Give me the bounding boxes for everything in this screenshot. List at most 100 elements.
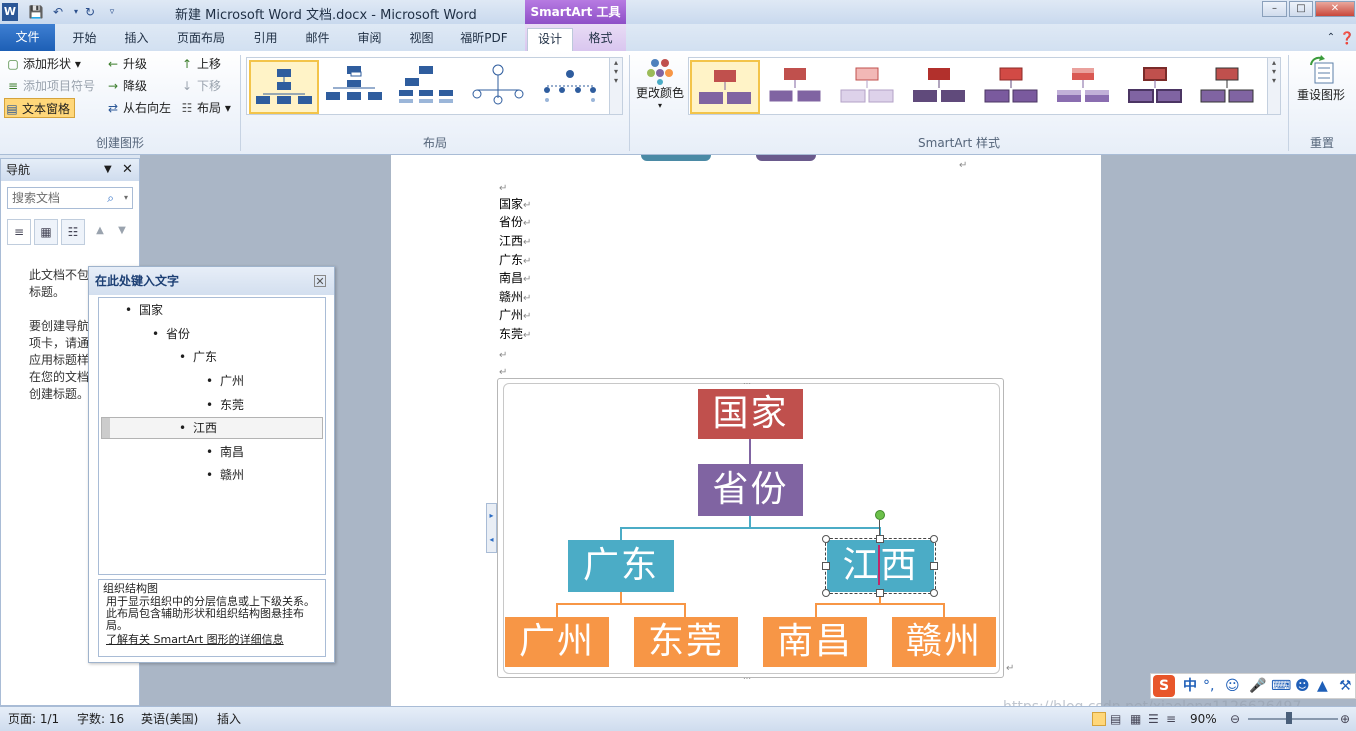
style-white-outline[interactable] bbox=[762, 60, 832, 114]
document-line[interactable]: 东莞↵ bbox=[499, 325, 531, 345]
document-line[interactable]: 江西↵ bbox=[499, 232, 531, 252]
web-layout-view-icon[interactable]: ▦ bbox=[1130, 708, 1141, 730]
change-colors-button[interactable]: 更改颜色 ▾ bbox=[634, 55, 686, 125]
nav-next-icon[interactable]: ▼ bbox=[110, 219, 134, 245]
tab-page-layout[interactable]: 页面布局 bbox=[170, 28, 232, 51]
node-city[interactable]: 东莞 bbox=[634, 617, 738, 667]
nav-close-icon[interactable]: ✕ bbox=[122, 159, 133, 181]
tab-mailings[interactable]: 邮件 bbox=[295, 28, 340, 51]
resize-handle[interactable] bbox=[930, 589, 938, 597]
nav-search-input[interactable]: 搜索文档 ⌕ ▾ bbox=[7, 187, 133, 209]
tab-format[interactable]: 格式 bbox=[578, 28, 623, 51]
voice-icon[interactable]: 🎤 bbox=[1249, 674, 1266, 698]
document-line[interactable]: 南昌↵ bbox=[499, 269, 531, 289]
tab-review[interactable]: 审阅 bbox=[347, 28, 392, 51]
help-icon[interactable]: ❓ bbox=[1338, 28, 1356, 51]
add-bullet-button[interactable]: ≡ 添加项目符号 bbox=[6, 76, 95, 96]
layout-dropdown-button[interactable]: ☷ 布局 ▾ bbox=[180, 98, 231, 118]
zoom-slider-thumb[interactable] bbox=[1286, 712, 1292, 724]
ime-mode-label[interactable]: 中 bbox=[1183, 674, 1197, 698]
node-city[interactable]: 广州 bbox=[505, 617, 609, 667]
nav-previous-icon[interactable]: ▲ bbox=[88, 219, 112, 245]
rotate-handle-icon[interactable] bbox=[875, 510, 885, 520]
reset-graphic-button[interactable]: 重设图形 bbox=[1292, 55, 1350, 115]
punctuation-icon[interactable]: °, bbox=[1203, 674, 1214, 698]
frame-resize-handle-top[interactable]: ․․․ bbox=[743, 377, 751, 386]
layout-labeled-hierarchy[interactable] bbox=[537, 60, 607, 114]
settings-wrench-icon[interactable]: ⚒ bbox=[1339, 674, 1352, 698]
demote-button[interactable]: → 降级 bbox=[106, 76, 147, 96]
keyboard-icon[interactable]: ⌨ bbox=[1271, 674, 1291, 698]
minimize-button[interactable]: – bbox=[1262, 1, 1287, 17]
style-intense[interactable] bbox=[978, 60, 1048, 114]
text-pane-close-icon[interactable]: ✕ bbox=[314, 275, 326, 287]
layout-org-chart[interactable] bbox=[249, 60, 319, 114]
move-down-button[interactable]: ↓ 下移 bbox=[180, 76, 221, 96]
resize-handle[interactable] bbox=[930, 562, 938, 570]
document-line[interactable]: 国家↵ bbox=[499, 195, 531, 215]
text-pane-item[interactable]: • 南昌 bbox=[206, 443, 244, 461]
promote-button[interactable]: ← 升级 bbox=[106, 54, 147, 74]
node-province[interactable]: 广东 bbox=[568, 540, 674, 592]
draft-view-icon[interactable]: ≡ bbox=[1166, 708, 1176, 730]
node-level2[interactable]: 省份 bbox=[698, 464, 803, 516]
tab-design[interactable]: 设计 bbox=[527, 28, 573, 51]
status-word-count[interactable]: 字数: 16 bbox=[77, 708, 124, 730]
text-pane-item-selected[interactable]: • 江西 bbox=[179, 419, 217, 437]
node-root[interactable]: 国家 bbox=[698, 389, 803, 439]
text-pane-item[interactable]: • 广州 bbox=[206, 372, 244, 390]
resize-handle[interactable] bbox=[822, 589, 830, 597]
print-layout-view-icon[interactable] bbox=[1092, 712, 1106, 726]
learn-more-link[interactable]: 了解有关 SmartArt 图形的详细信息 bbox=[103, 634, 321, 646]
style-3d-inset[interactable] bbox=[1122, 60, 1192, 114]
move-up-button[interactable]: ↑ 上移 bbox=[180, 54, 221, 74]
close-button[interactable]: ✕ bbox=[1315, 1, 1355, 17]
style-subtle[interactable] bbox=[834, 60, 904, 114]
add-shape-button[interactable]: ▢ 添加形状 ▾ bbox=[6, 54, 81, 74]
emoji-icon[interactable]: ☺ bbox=[1225, 674, 1240, 698]
sogou-logo-icon[interactable]: S bbox=[1153, 675, 1175, 697]
node-province-selected[interactable]: 江西 bbox=[825, 538, 936, 594]
resize-handle[interactable] bbox=[930, 535, 938, 543]
layout-name-title-org-chart[interactable] bbox=[321, 60, 391, 114]
text-pane-item[interactable]: • 广东 bbox=[179, 348, 217, 366]
style-moderate[interactable] bbox=[906, 60, 976, 114]
save-icon[interactable]: 💾 bbox=[28, 3, 44, 21]
resize-handle[interactable] bbox=[876, 535, 884, 543]
text-pane-item[interactable]: • 赣州 bbox=[206, 466, 244, 484]
layout-gallery-scroll[interactable]: ▴ ▾ ▾ bbox=[609, 58, 622, 114]
node-city[interactable]: 赣州 bbox=[892, 617, 996, 667]
layout-circle-picture-hierarchy[interactable] bbox=[465, 60, 535, 114]
maximize-button[interactable]: □ bbox=[1289, 1, 1313, 17]
node-city[interactable]: 南昌 bbox=[763, 617, 867, 667]
zoom-out-icon[interactable]: ⊖ bbox=[1230, 708, 1240, 730]
redo-icon[interactable]: ↻ bbox=[82, 3, 98, 21]
frame-resize-handle-bottom[interactable]: ․․․ bbox=[743, 672, 751, 681]
search-icon[interactable]: ⌕ bbox=[107, 188, 114, 208]
document-line[interactable]: 广州↵ bbox=[499, 306, 531, 326]
nav-pages-tab-icon[interactable]: ▦ bbox=[34, 219, 58, 245]
status-page[interactable]: 页面: 1/1 bbox=[8, 708, 59, 730]
tab-references[interactable]: 引用 bbox=[243, 28, 288, 51]
tab-insert[interactable]: 插入 bbox=[114, 28, 159, 51]
tab-foxit-pdf[interactable]: 福昕PDF bbox=[452, 28, 516, 51]
text-pane-toggle-icon[interactable]: ▸ ◂ bbox=[486, 503, 497, 553]
full-screen-view-icon[interactable]: ▤ bbox=[1110, 708, 1121, 730]
nav-headings-tab-icon[interactable]: ≡ bbox=[7, 219, 31, 245]
resize-handle[interactable] bbox=[822, 535, 830, 543]
style-gallery-scroll[interactable]: ▴ ▾ ▾ bbox=[1267, 58, 1280, 114]
text-pane-item[interactable]: • 省份 bbox=[152, 325, 190, 343]
style-simple-fill[interactable] bbox=[690, 60, 760, 114]
layout-half-circle-org-chart[interactable] bbox=[393, 60, 463, 114]
word-app-icon[interactable]: W bbox=[2, 3, 18, 21]
right-to-left-button[interactable]: ⇄ 从右向左 bbox=[106, 98, 171, 118]
document-line[interactable]: 省份↵ bbox=[499, 213, 531, 233]
skin-icon[interactable]: ▲ bbox=[1317, 674, 1328, 698]
zoom-slider[interactable] bbox=[1248, 718, 1338, 720]
search-dropdown-icon[interactable]: ▾ bbox=[124, 188, 128, 208]
zoom-level[interactable]: 90% bbox=[1190, 708, 1217, 730]
status-insert-mode[interactable]: 插入 bbox=[217, 708, 241, 730]
customize-quick-access-icon[interactable]: ▿ bbox=[104, 3, 120, 21]
tab-file[interactable]: 文件 bbox=[0, 24, 55, 51]
document-line[interactable]: 赣州↵ bbox=[499, 288, 531, 308]
